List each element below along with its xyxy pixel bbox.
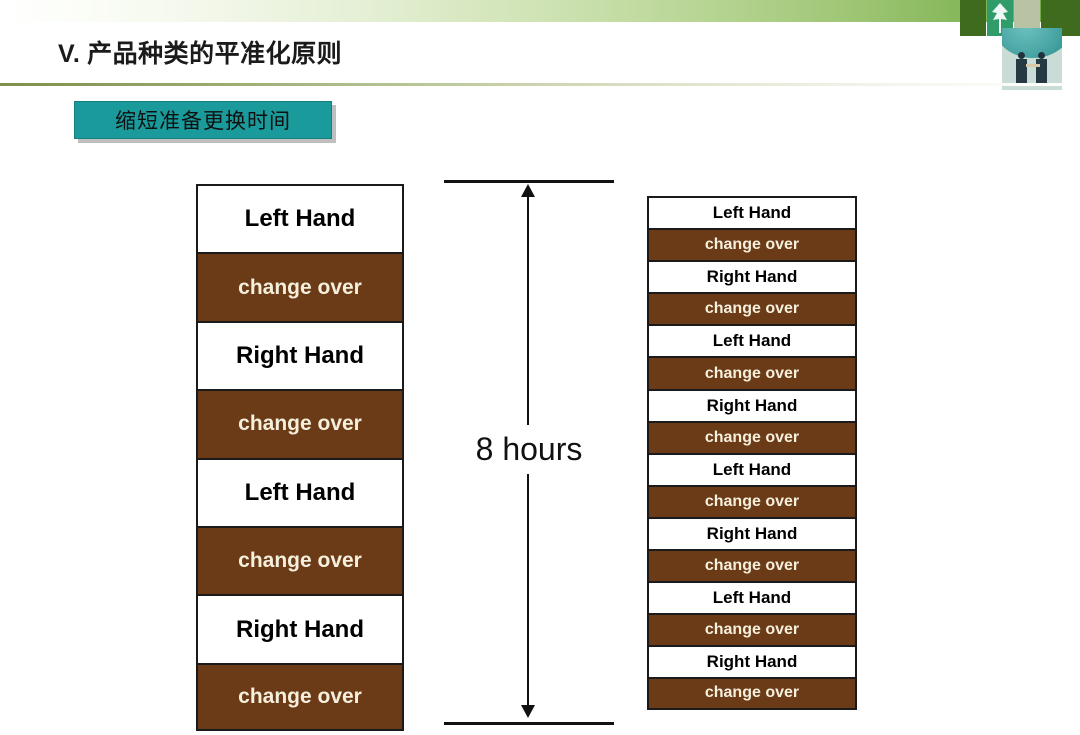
arrow-up-icon bbox=[521, 184, 535, 197]
stack-before-block: Right Hand bbox=[196, 594, 404, 663]
stack-after-block: Right Hand bbox=[647, 516, 857, 550]
stack-before-block: Right Hand bbox=[196, 320, 404, 390]
stack-before-block: change over bbox=[196, 252, 404, 321]
stack-after-block: change over bbox=[647, 484, 857, 517]
stack-after-block: change over bbox=[647, 292, 857, 325]
stack-before-block-label: change over bbox=[238, 549, 362, 573]
stack-after-block-label: Left Hand bbox=[712, 331, 792, 351]
stack-before-improvement: Left Hand change over Right Hand change ove… bbox=[196, 184, 404, 732]
stack-after-block: Left Hand bbox=[647, 581, 857, 614]
stack-before-block-label: change over bbox=[238, 275, 362, 299]
stack-after-block: Left Hand bbox=[647, 324, 857, 357]
stack-after-block-label: Right Hand bbox=[706, 652, 798, 672]
stack-after-block-label: Right Hand bbox=[706, 395, 798, 415]
stack-after-block: Left Hand bbox=[647, 452, 857, 485]
duration-rule-top bbox=[444, 180, 614, 183]
stack-before-block-label: Left Hand bbox=[244, 205, 356, 233]
stack-after-block-label: change over bbox=[704, 428, 800, 446]
stack-after-block: change over bbox=[647, 356, 857, 389]
stack-after-block-label: change over bbox=[704, 236, 800, 254]
stack-before-block-label: change over bbox=[238, 412, 362, 436]
stack-after-block-label: Left Hand bbox=[712, 203, 792, 223]
duration-indicator: 8 hours bbox=[444, 180, 614, 725]
stack-before-block-label: change over bbox=[238, 684, 362, 708]
stack-before-block-label: Left Hand bbox=[244, 478, 356, 506]
stack-after-block-label: change over bbox=[704, 364, 800, 382]
stack-before-block: Left Hand bbox=[196, 184, 404, 253]
stack-after-block: change over bbox=[647, 613, 857, 646]
stack-before-block-label: Right Hand bbox=[236, 341, 364, 369]
stack-after-block-label: change over bbox=[704, 621, 800, 639]
stack-before-block-label: Right Hand bbox=[236, 615, 364, 643]
stack-before-block: change over bbox=[196, 525, 404, 595]
stack-after-block: change over bbox=[647, 677, 857, 710]
stack-after-improvement: Left Hand change over Right Hand change ove… bbox=[647, 196, 857, 710]
stack-after-block-label: change over bbox=[704, 557, 800, 575]
stack-after-block-label: change over bbox=[704, 492, 800, 510]
stack-after-block-label: Right Hand bbox=[706, 267, 798, 287]
stack-after-block: Right Hand bbox=[647, 260, 857, 293]
stack-after-block: Right Hand bbox=[647, 645, 857, 678]
stack-before-block: change over bbox=[196, 389, 404, 458]
stack-after-block: Right Hand bbox=[647, 388, 857, 421]
stack-after-block-label: change over bbox=[704, 684, 800, 702]
stack-after-block-label: change over bbox=[704, 300, 800, 318]
stack-after-block: change over bbox=[647, 228, 857, 261]
duration-label: 8 hours bbox=[444, 425, 614, 474]
duration-rule-bottom bbox=[444, 722, 614, 725]
stack-after-block-label: Left Hand bbox=[712, 459, 792, 479]
stack-after-block-label: Right Hand bbox=[706, 523, 798, 543]
arrow-down-icon bbox=[521, 705, 535, 718]
stack-before-block: change over bbox=[196, 662, 404, 732]
stack-before-block: Left Hand bbox=[196, 457, 404, 526]
stack-after-block: change over bbox=[647, 549, 857, 582]
changeover-comparison-diagram: Left Hand change over Right Hand change ove… bbox=[0, 0, 1080, 735]
stack-after-block-label: Left Hand bbox=[712, 588, 792, 608]
stack-after-block: Left Hand bbox=[647, 196, 857, 229]
stack-after-block: change over bbox=[647, 420, 857, 453]
